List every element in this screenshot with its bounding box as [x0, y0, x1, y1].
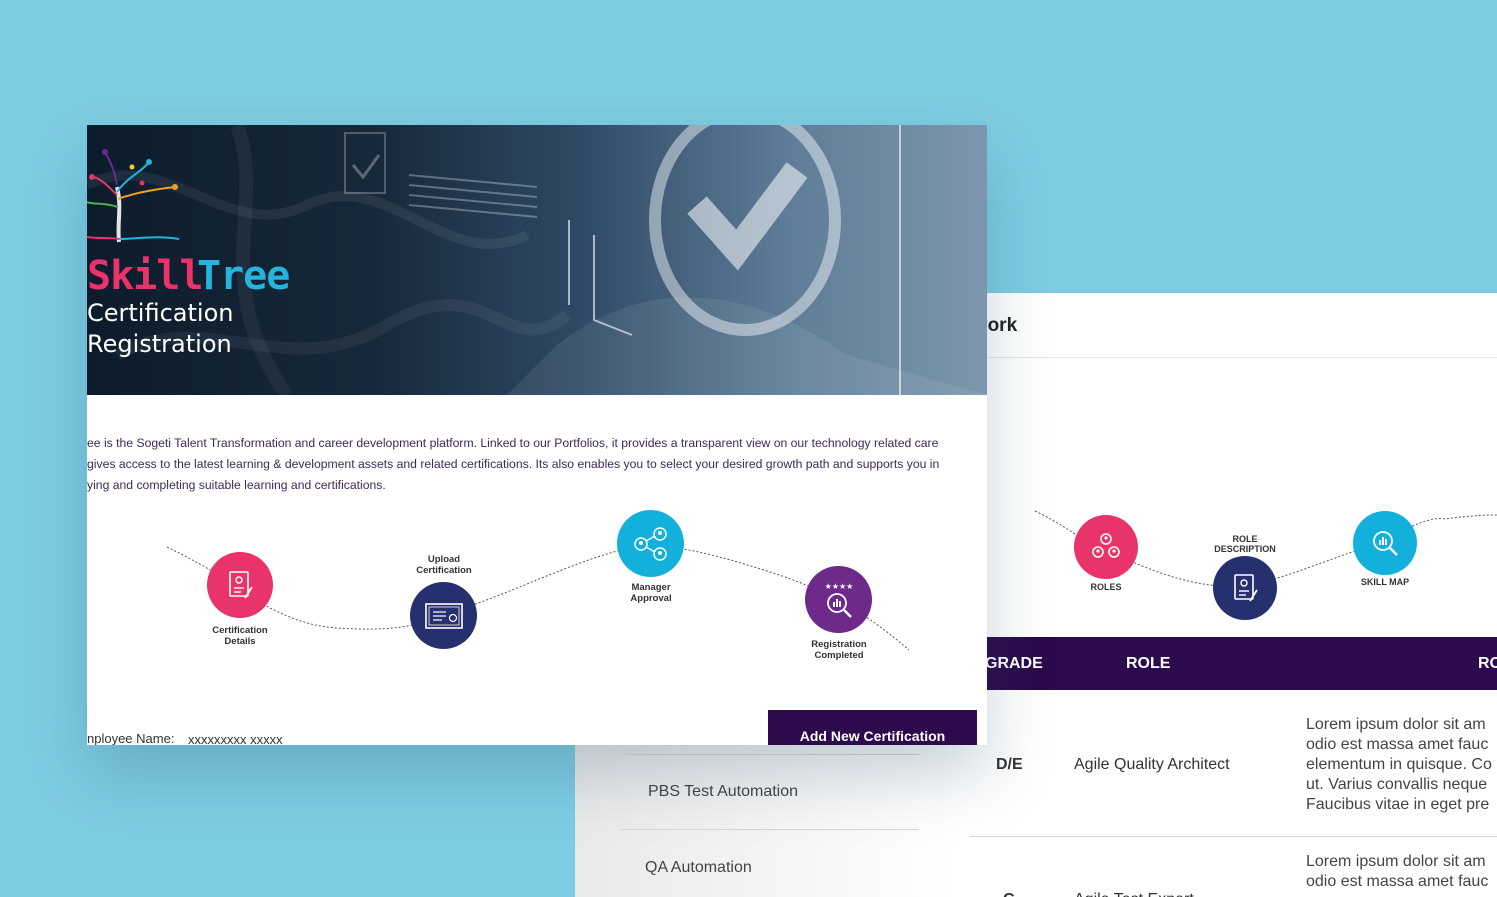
- row-1-role[interactable]: Agile Quality Architect: [1074, 756, 1230, 774]
- skill-map-search-icon: [1373, 531, 1398, 556]
- network-users-icon: [633, 526, 667, 561]
- skill-map-step-label: SKILL MAP: [1360, 577, 1410, 587]
- row-2-role[interactable]: Agile Test Expert: [1074, 891, 1194, 897]
- certificate-edit-icon: [229, 571, 253, 599]
- role-description-step[interactable]: [1213, 556, 1277, 620]
- roles-step-label: ROLES: [1090, 582, 1122, 592]
- certification-registration-screen: Skill Tree Certification Registration ee…: [87, 125, 987, 745]
- role-document-icon: [1234, 574, 1258, 602]
- certification-details-label: Certification Details: [212, 625, 268, 647]
- certification-details-step[interactable]: [207, 552, 273, 618]
- roles-step[interactable]: [1074, 515, 1138, 579]
- add-new-certification-button[interactable]: Add New Certification: [768, 710, 977, 745]
- brand-tree-text: Tree: [197, 253, 290, 299]
- row-2-description: Lorem ipsum dolor sit am odio est massa …: [1306, 853, 1489, 890]
- roles-table-header: GRADE ROLE RO: [985, 637, 1497, 690]
- row-1-grade: D/E: [996, 756, 1023, 773]
- upload-certification-label: Upload Certification: [416, 554, 472, 576]
- header-grade: GRADE: [985, 655, 1043, 672]
- header-role: ROLE: [1126, 655, 1171, 672]
- list-item-pbs-test-automation[interactable]: PBS Test Automation: [648, 783, 798, 801]
- certificate-upload-icon: [424, 602, 463, 629]
- role-description-step-label: ROLE DESCRIPTION: [1214, 534, 1276, 554]
- roles-users-icon: [1092, 533, 1120, 558]
- analytics-search-icon: ★★★★: [824, 582, 853, 618]
- list-divider: [625, 754, 919, 755]
- manager-approval-label: Manager Approval: [630, 582, 672, 604]
- manager-approval-step[interactable]: [617, 510, 684, 577]
- banner-subtitle-line-2: Registration: [87, 330, 232, 358]
- row-2-grade: C: [1003, 891, 1015, 897]
- platform-description: ee is the Sogeti Talent Transformation a…: [87, 436, 940, 492]
- svg-text:★★★★: ★★★★: [824, 582, 853, 591]
- registration-completed-step[interactable]: ★★★★: [805, 566, 872, 633]
- brand-skill-text: Skill: [87, 253, 203, 299]
- header-role-description: RO: [1478, 655, 1497, 672]
- skill-map-step[interactable]: [1353, 511, 1417, 575]
- row-divider: [970, 836, 1497, 837]
- list-divider: [620, 829, 919, 830]
- employee-name-value: xxxxxxxxx xxxxx: [188, 732, 283, 745]
- upload-certification-step[interactable]: [410, 582, 477, 649]
- banner-subtitle-line-1: Certification: [87, 299, 234, 327]
- row-1-description: Lorem ipsum dolor sit am odio est massa …: [1306, 716, 1492, 813]
- skilltree-logo-icon: [87, 149, 180, 243]
- registration-completed-label: Registration Completed: [811, 639, 867, 661]
- hero-banner: Skill Tree Certification Registration: [87, 125, 987, 395]
- list-item-qa-automation[interactable]: QA Automation: [645, 859, 752, 877]
- employee-name-label: nployee Name:: [87, 731, 175, 745]
